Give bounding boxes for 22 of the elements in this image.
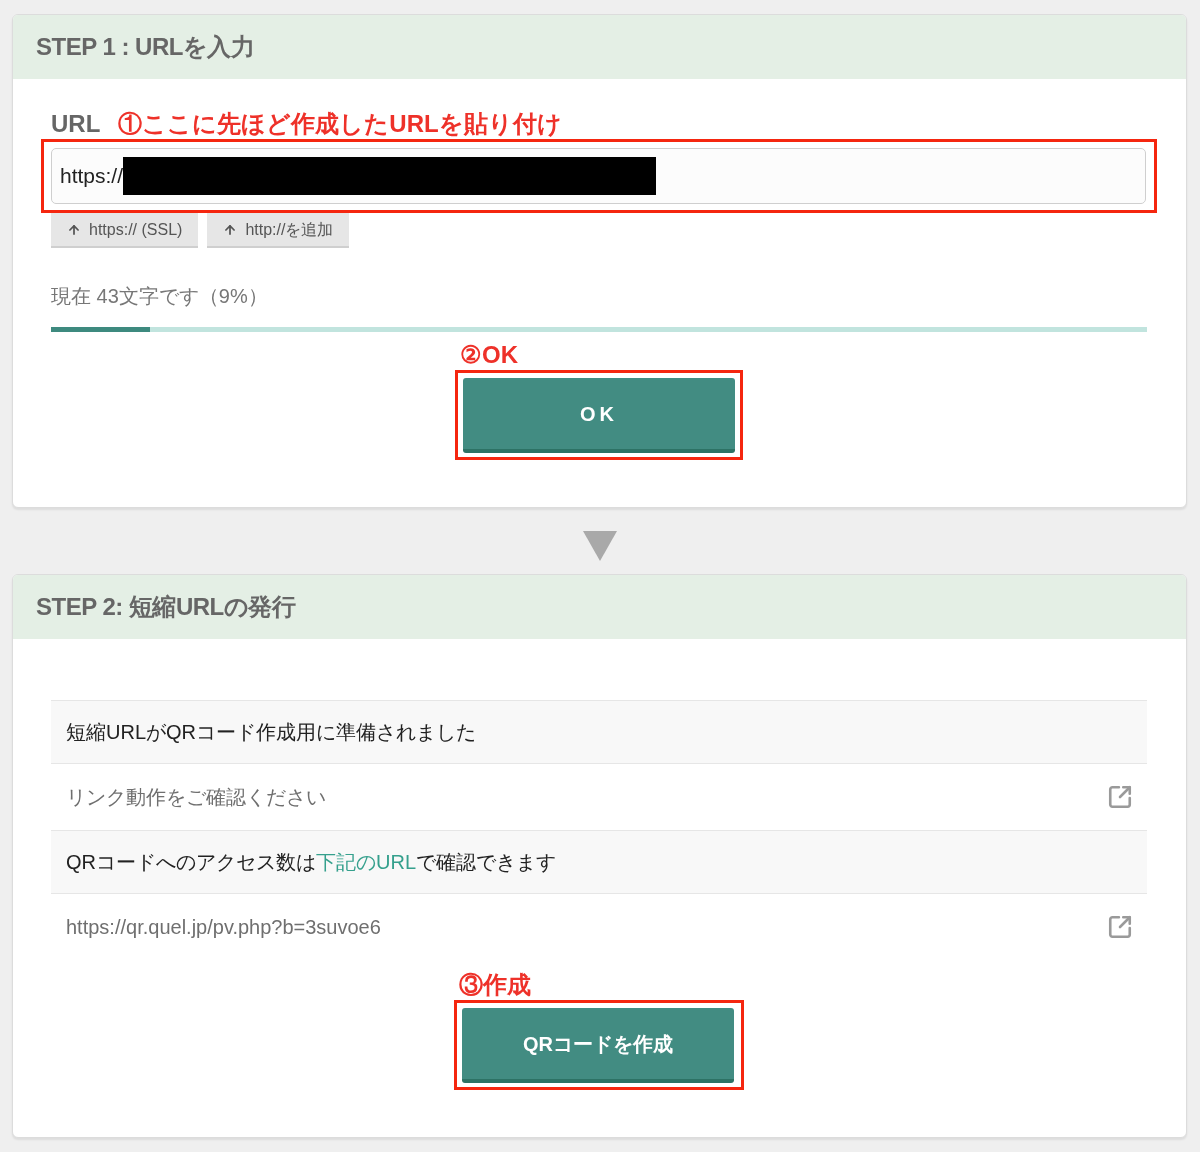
info-message: QRコードへのアクセス数は下記のURLで確認できます — [66, 850, 556, 875]
status-message: 短縮URLがQRコード作成用に準備されました — [66, 720, 476, 745]
down-triangle-icon — [582, 531, 617, 561]
link-text[interactable]: https://qr.quel.jp/pv.php?b=3suvoe6 — [66, 912, 381, 942]
link-text[interactable]: リンク動作をご確認ください — [66, 782, 326, 812]
annotation-text: ①ここに先ほど作成したURLを貼り付け — [118, 109, 562, 139]
arrow-up-icon — [67, 222, 81, 237]
annotation-text: ②OK — [459, 340, 518, 370]
external-link-icon[interactable] — [1107, 784, 1133, 810]
annotation-text: ③作成 — [458, 970, 531, 1000]
prefix-button[interactable]: https:// (SSL) — [51, 213, 199, 248]
step-title: STEP 2: 短縮URLの発行 — [36, 592, 296, 622]
prefix-button[interactable]: http://を追加 — [207, 213, 350, 248]
url-label: URL — [51, 109, 101, 139]
create-qr-button[interactable]: QRコードを作成 — [462, 1008, 734, 1083]
ok-button[interactable]: OK — [463, 378, 735, 453]
step-title: STEP 1 : URLを入力 — [36, 32, 255, 62]
url-field[interactable]: https:// — [51, 148, 1146, 204]
inline-link[interactable]: 下記のURL — [316, 851, 416, 873]
external-link-icon[interactable] — [1107, 914, 1133, 940]
character-count: 現在 43文字です（9%） — [51, 284, 268, 309]
url-value: https:// — [60, 163, 124, 190]
